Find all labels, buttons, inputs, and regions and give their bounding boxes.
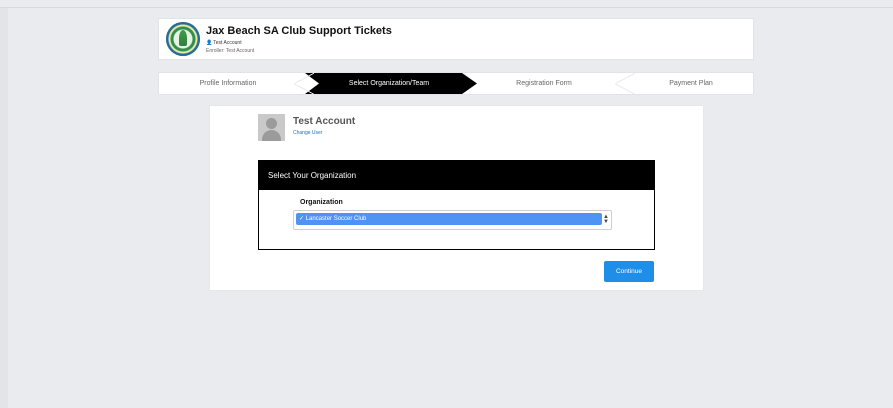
organization-heading: Select Your Organization bbox=[259, 161, 654, 190]
current-user-name: Test Account bbox=[213, 40, 242, 46]
organization-panel: Select Your Organization Organization ✓ … bbox=[258, 160, 655, 250]
select-arrows-icon: ▲ ▼ bbox=[603, 214, 609, 225]
page-header: Jax Beach SA Club Support Tickets 👤Test … bbox=[159, 19, 753, 59]
left-strip bbox=[0, 8, 8, 408]
step-registration-form[interactable]: Registration Form bbox=[479, 73, 609, 94]
progress-steps: Profile Information Select Organization/… bbox=[159, 73, 753, 94]
club-logo-icon bbox=[166, 22, 200, 56]
step-payment-plan[interactable]: Payment Plan bbox=[629, 73, 753, 94]
page-title: Jax Beach SA Club Support Tickets bbox=[206, 25, 392, 37]
main-card: Test Account Change User Select Your Org… bbox=[210, 106, 703, 290]
avatar bbox=[258, 114, 285, 141]
step-profile-information[interactable]: Profile Information bbox=[159, 73, 297, 94]
account-name: Test Account bbox=[293, 116, 356, 127]
organization-select[interactable]: ✓ Lancaster Soccer Club ▲ ▼ bbox=[293, 210, 612, 230]
palm-tree-icon bbox=[179, 30, 187, 46]
current-user: 👤Test Account bbox=[206, 40, 242, 46]
selected-organization-option[interactable]: ✓ Lancaster Soccer Club bbox=[296, 213, 602, 225]
organization-label: Organization bbox=[300, 199, 343, 206]
change-user-link[interactable]: Change User bbox=[293, 130, 322, 136]
step-select-organization-team[interactable]: Select Organization/Team bbox=[309, 73, 469, 94]
continue-button[interactable]: Continue bbox=[604, 261, 654, 282]
top-border bbox=[0, 0, 893, 8]
enroller-text: Enroller: Test Account bbox=[206, 48, 255, 54]
user-icon: 👤 bbox=[206, 40, 213, 46]
